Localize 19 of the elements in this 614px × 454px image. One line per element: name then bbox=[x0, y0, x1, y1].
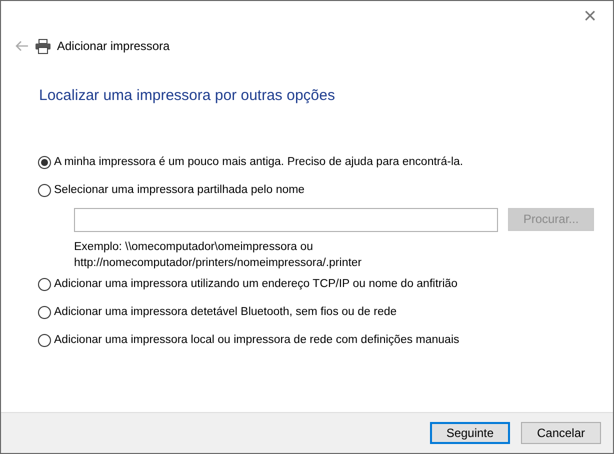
radio-option[interactable]: Adicionar uma impressora detetável Bluetooth, sem fios ou de rede bbox=[38, 298, 613, 326]
printer-name-field[interactable] bbox=[74, 208, 498, 232]
dialog-button[interactable]: Cancelar bbox=[521, 422, 601, 444]
example-text: Exemplo: \\omecomputador\omeimpressora ou bbox=[74, 240, 314, 254]
radio-option[interactable]: Selecionar uma impressora partilhada pelo nome bbox=[38, 176, 613, 204]
dialog-button[interactable]: Seguinte bbox=[430, 422, 510, 444]
radio-button[interactable] bbox=[38, 334, 51, 347]
radio-option[interactable]: Adicionar uma impressora utilizando um endereço TCP/IP ou nome do anfitrião bbox=[38, 270, 613, 298]
radio-option[interactable]: Adicionar uma impressora local ou impressora de rede com definições manuais bbox=[38, 326, 613, 354]
radio-option[interactable]: A minha impressora é um pouco mais antiga. Preciso de ajuda para encontrá-la. bbox=[38, 148, 613, 176]
printer-icon bbox=[35, 38, 51, 54]
page-heading: Localizar uma impressora por outras opções bbox=[39, 86, 336, 106]
example-text: http://nomecomputador/printers/nomeimpressora/.printer bbox=[74, 256, 363, 270]
close-button[interactable]: × bbox=[567, 1, 613, 31]
radio-button[interactable] bbox=[38, 156, 51, 169]
window-title: Adicionar impressora bbox=[57, 38, 170, 55]
radio-button[interactable] bbox=[38, 278, 51, 291]
radio-button[interactable] bbox=[38, 184, 51, 197]
radio-button[interactable] bbox=[38, 306, 51, 319]
